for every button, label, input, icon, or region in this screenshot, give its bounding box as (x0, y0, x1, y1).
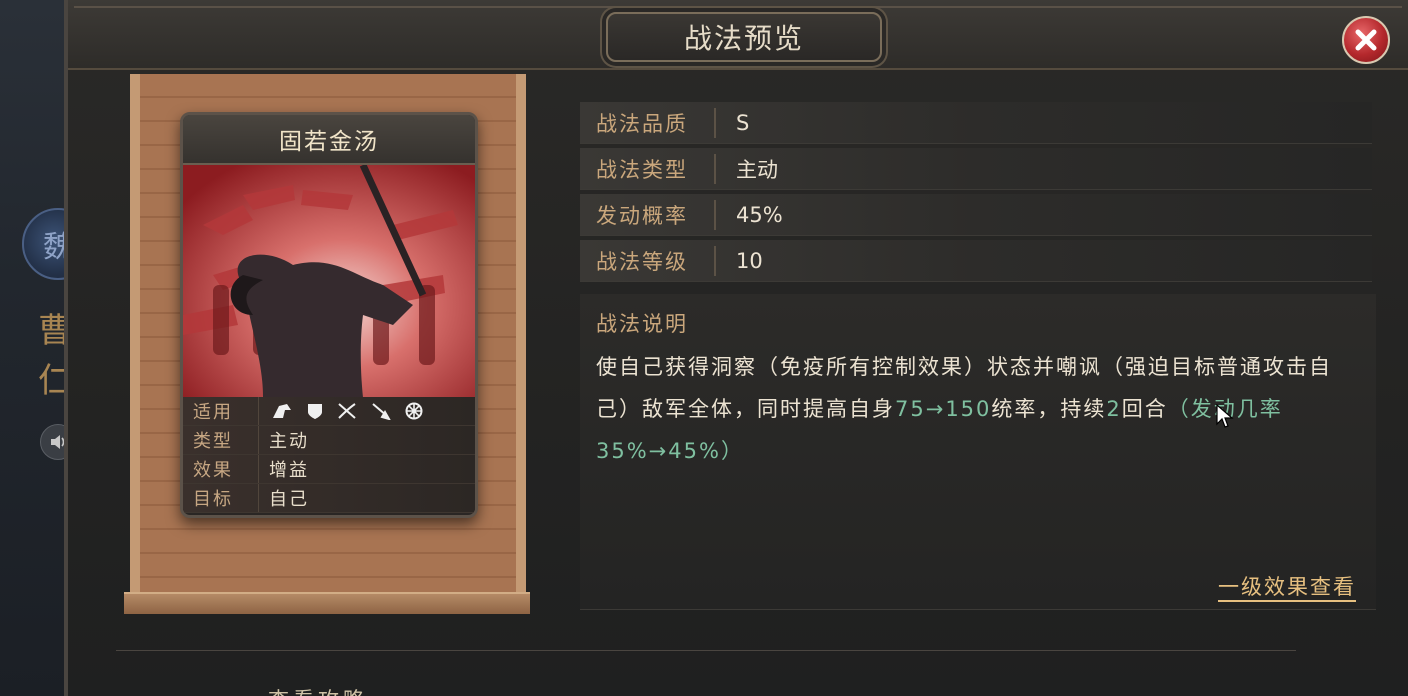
card-row-target: 目标 自己 (183, 484, 475, 513)
skill-preview-window: 战法预览 固若金汤 适用 类型 主动 效果 增益 目标 自己 战法品质 S 战法… (64, 0, 1408, 696)
card-key: 类型 (183, 426, 259, 454)
skill-name: 固若金汤 (279, 129, 379, 155)
shield-icon (308, 404, 322, 419)
description-title: 战法说明 (596, 312, 688, 336)
siege-icon (405, 402, 423, 420)
archer-icon (338, 403, 356, 419)
skill-description: 战法说明 使自己获得洞察（免疫所有控制效果）状态并嘲讽（强迫目标普通攻击自己）敌… (580, 294, 1376, 610)
card-key: 效果 (183, 455, 259, 483)
skill-artwork (183, 165, 475, 397)
stat-row-quality: 战法品质 S (580, 102, 1372, 144)
card-key: 目标 (183, 484, 259, 512)
card-value: 自己 (269, 489, 309, 510)
card-key: 适用 (183, 397, 259, 425)
card-value: 主动 (269, 431, 309, 452)
stat-key: 战法类型 (580, 153, 716, 184)
stat-key: 发动概率 (580, 199, 716, 230)
stat-value: 45% (736, 202, 783, 227)
command-bonus-value: 75→150 (895, 397, 992, 421)
card-row-effect: 效果 增益 (183, 455, 475, 484)
close-icon (1355, 29, 1377, 51)
title-plate: 战法预览 (606, 12, 882, 62)
close-button[interactable] (1342, 16, 1390, 64)
window-title: 战法预览 (683, 22, 804, 55)
unit-type-icons (259, 402, 423, 420)
card-value: 增益 (269, 460, 309, 481)
stat-key: 战法品质 (580, 107, 716, 138)
stat-row-level: 战法等级 10 (580, 240, 1372, 282)
card-row-applicable: 适用 (183, 397, 475, 426)
stat-row-trigger-rate: 发动概率 45% (580, 194, 1372, 236)
scroll-roller (124, 592, 530, 614)
skill-card: 固若金汤 适用 类型 主动 效果 增益 目标 自己 (180, 112, 478, 518)
description-text: 统率，持续 (991, 397, 1107, 421)
stat-row-type: 战法类型 主动 (580, 148, 1372, 190)
strategy-guide-label[interactable]: 查看攻略 (268, 684, 368, 696)
divider (116, 650, 1296, 651)
skill-stats: 战法品质 S 战法类型 主动 发动概率 45% 战法等级 10 (580, 102, 1372, 286)
level1-effect-link[interactable]: 一级效果查看 (1218, 571, 1356, 601)
card-title: 固若金汤 (183, 115, 475, 165)
stat-value: 10 (736, 248, 763, 273)
cavalry-icon (273, 404, 291, 418)
card-row-type: 类型 主动 (183, 426, 475, 455)
spear-icon (372, 403, 391, 420)
stat-key: 战法等级 (580, 245, 716, 276)
description-text: 回合 (1121, 397, 1168, 421)
duration-value: 2 (1106, 397, 1122, 421)
mouse-cursor-icon (1216, 404, 1234, 428)
stat-value: S (736, 110, 750, 135)
stat-value: 主动 (736, 157, 778, 182)
title-bar: 战法预览 (68, 0, 1408, 70)
description-body: 使自己获得洞察（免疫所有控制效果）状态并嘲讽（强迫目标普通攻击自己）敌军全体，同… (580, 338, 1376, 472)
